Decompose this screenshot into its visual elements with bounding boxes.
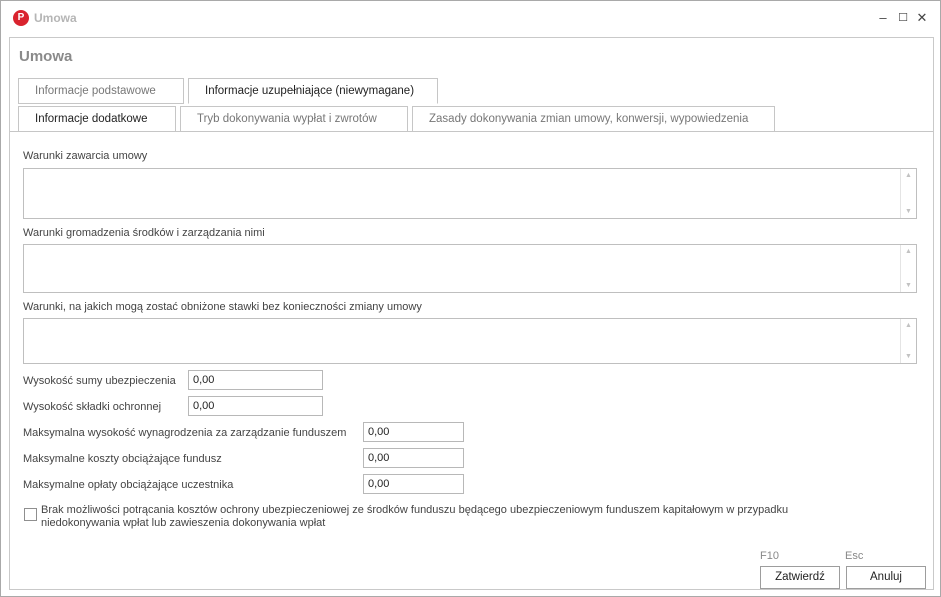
dialog-window: P Umowa – ☐ ✕ Umowa Informacje podstawow…	[0, 0, 941, 597]
tab-tryb-dokonywania-wyplat[interactable]: Tryb dokonywania wypłat i zwrotów	[180, 106, 408, 132]
koszty-fundusz-label: Maksymalne koszty obciążające fundusz	[23, 453, 222, 465]
scroll-down-icon[interactable]: ▼	[905, 282, 912, 289]
suma-ubezpieczenia-label: Wysokość sumy ubezpieczenia	[23, 375, 176, 387]
textarea-scrollbar[interactable]: ▲ ▼	[900, 319, 916, 363]
scroll-down-icon[interactable]: ▼	[905, 353, 912, 360]
scroll-up-icon[interactable]: ▲	[905, 172, 912, 179]
cancel-hotkey: Esc	[845, 550, 864, 562]
suma-ubezpieczenia-input[interactable]: 0,00	[188, 370, 323, 390]
warunki-zawarcia-textarea[interactable]: ▲ ▼	[23, 168, 917, 219]
close-icon[interactable]: ✕	[914, 9, 930, 27]
warunki-obnizenia-textarea[interactable]: ▲ ▼	[23, 318, 917, 364]
oplaty-uczestnik-label: Maksymalne opłaty obciążające uczestnika	[23, 479, 234, 491]
skladka-ochronna-label: Wysokość składki ochronnej	[23, 401, 162, 413]
scroll-up-icon[interactable]: ▲	[905, 248, 912, 255]
tab-informacje-podstawowe[interactable]: Informacje podstawowe	[18, 78, 184, 104]
warunki-zawarcia-label: Warunki zawarcia umowy	[23, 150, 148, 162]
warunki-gromadzenia-textarea[interactable]: ▲ ▼	[23, 244, 917, 293]
skladka-ochronna-input[interactable]: 0,00	[188, 396, 323, 416]
title-bar: P Umowa – ☐ ✕	[1, 1, 940, 35]
window-title: Umowa	[34, 11, 77, 25]
brak-potracania-label-line1: Brak możliwości potrącania kosztów ochro…	[41, 504, 789, 516]
koszty-fundusz-input[interactable]: 0,00	[363, 448, 464, 468]
tab-zasady-dokonywania-zmian[interactable]: Zasady dokonywania zmian umowy, konwersj…	[412, 106, 775, 132]
warunki-gromadzenia-label: Warunki gromadzenia środków i zarządzani…	[23, 227, 265, 239]
tab-informacje-dodatkowe[interactable]: Informacje dodatkowe	[18, 106, 176, 132]
confirm-button[interactable]: Zatwierdź	[760, 566, 840, 589]
oplaty-uczestnik-input[interactable]: 0,00	[363, 474, 464, 494]
scroll-down-icon[interactable]: ▼	[905, 208, 912, 215]
wynagrodzenie-label: Maksymalna wysokość wynagrodzenia za zar…	[23, 427, 347, 439]
warunki-obnizenia-label: Warunki, na jakich mogą zostać obniżone …	[23, 301, 422, 313]
tab-divider	[10, 131, 933, 132]
brak-potracania-checkbox[interactable]	[24, 508, 37, 521]
cancel-button[interactable]: Anuluj	[846, 566, 926, 589]
maximize-icon[interactable]: ☐	[895, 9, 911, 27]
app-logo-icon: P	[13, 10, 29, 26]
brak-potracania-label-line2: niedokonywania wpłat lub zawieszenia dok…	[41, 517, 326, 529]
minimize-icon[interactable]: –	[875, 9, 891, 27]
textarea-scrollbar[interactable]: ▲ ▼	[900, 245, 916, 292]
content-frame: Umowa Informacje podstawowe Informacje u…	[9, 37, 934, 590]
scroll-up-icon[interactable]: ▲	[905, 322, 912, 329]
textarea-scrollbar[interactable]: ▲ ▼	[900, 169, 916, 218]
wynagrodzenie-input[interactable]: 0,00	[363, 422, 464, 442]
tab-informacje-uzupelniajace[interactable]: Informacje uzupełniające (niewymagane)	[188, 78, 438, 104]
confirm-hotkey: F10	[760, 550, 779, 562]
page-title: Umowa	[19, 48, 73, 65]
